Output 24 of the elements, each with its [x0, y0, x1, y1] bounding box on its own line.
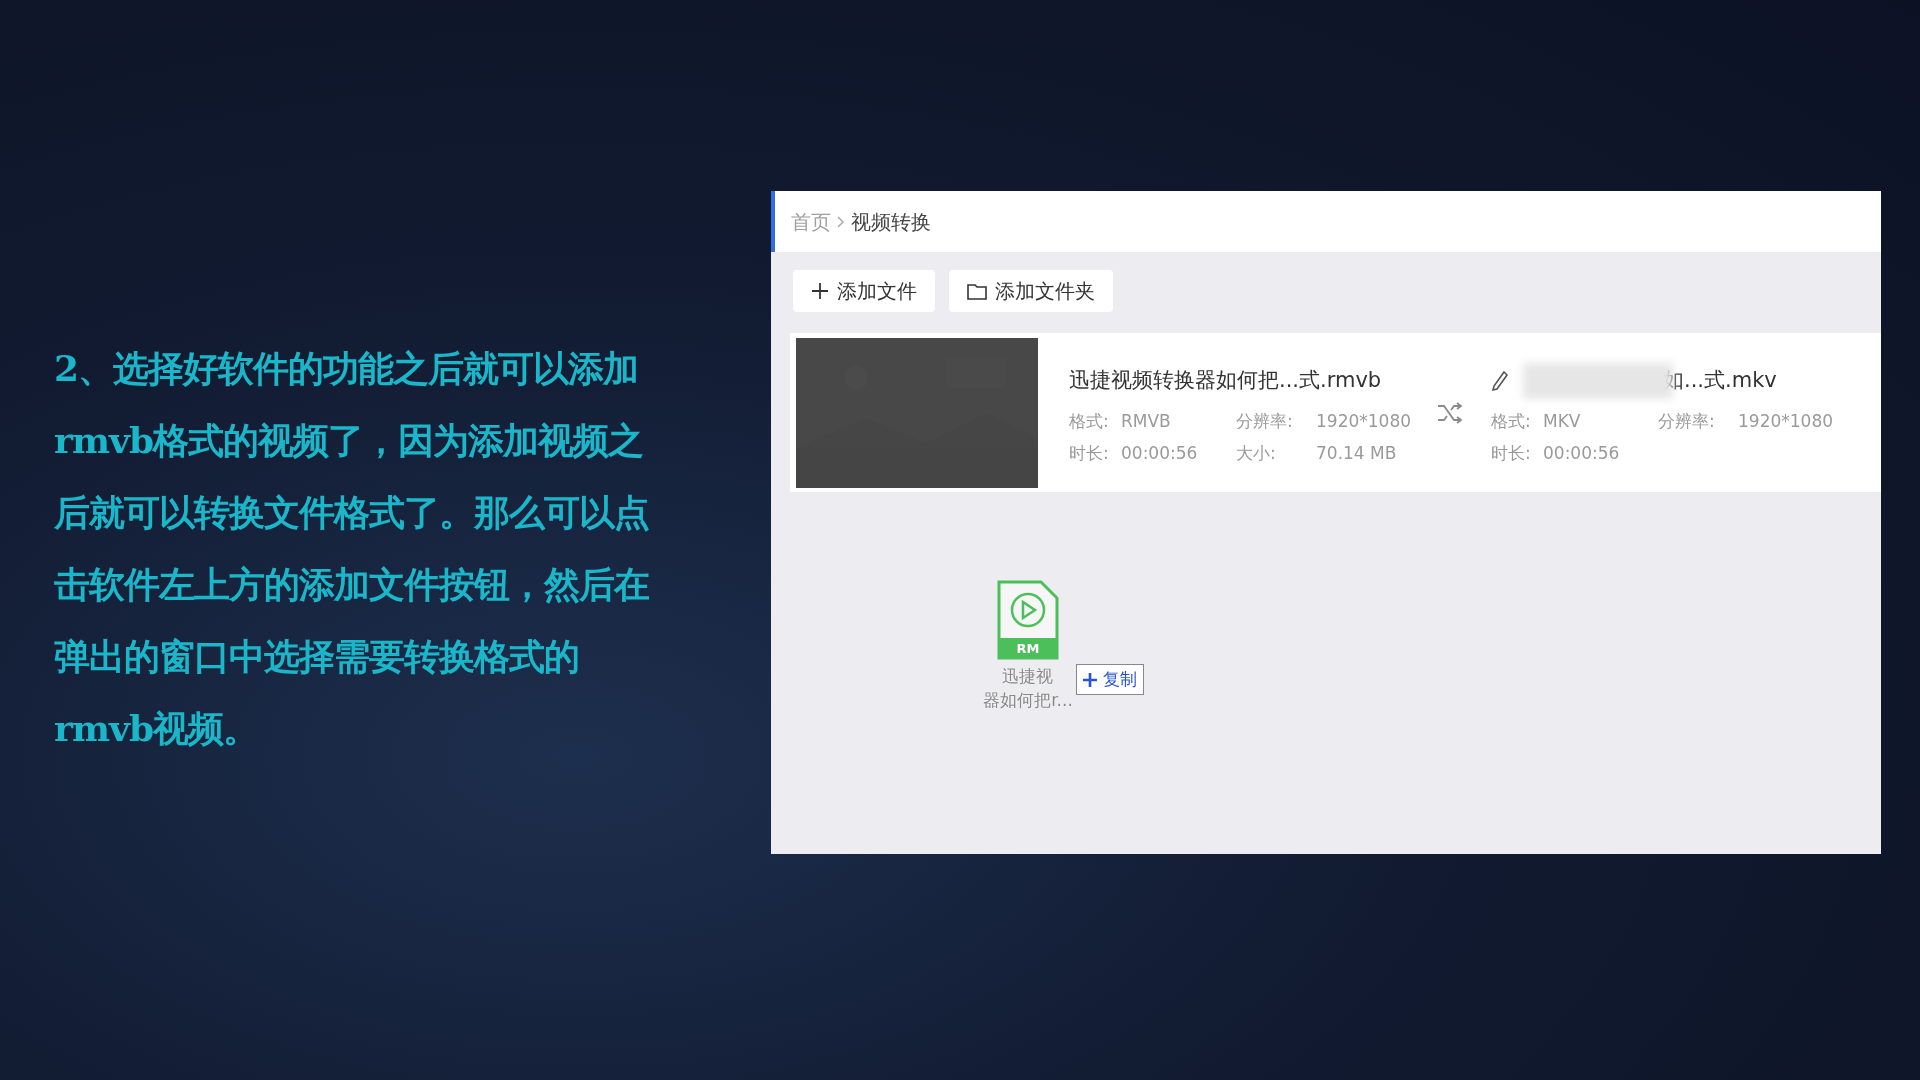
tooltip-label: 复制	[1103, 667, 1137, 691]
meta-value: 1920*1080	[1316, 409, 1412, 433]
meta-label: 格式:	[1069, 409, 1110, 433]
meta-label: 格式:	[1491, 409, 1532, 433]
meta-value: MKV	[1543, 409, 1582, 433]
meta-label: 大小:	[1236, 441, 1277, 465]
meta-value: 00:00:56	[1121, 441, 1199, 465]
output-file-name: 如...式.mkv	[1663, 366, 1777, 394]
meta-label: 分辨率:	[1236, 409, 1294, 433]
meta-value: 00:00:56	[1543, 441, 1621, 465]
slide-paragraph: 2、选择好软件的功能之后就可以添加 rmvb格式的视频了，因为添加视频之 后就可以转换文件格式了。那么可以点 击软件左上方的添加文件按钮，然后在 弹出的窗口中选择需要转换格式的 rmvb视频。	[54, 346, 650, 751]
meta-value: 1920*1080	[1738, 409, 1834, 433]
meta-value: RMVB	[1121, 409, 1172, 433]
meta-label: 时长:	[1491, 441, 1532, 465]
breadcrumb-item[interactable]: 视频转换	[851, 206, 931, 237]
add-folder-button[interactable]: 添加文件夹	[949, 270, 1113, 312]
file-label: 迅捷视 器如何把r...	[983, 665, 1073, 712]
file-name: 迅捷视频转换器如何把...式.rmvb	[1069, 366, 1383, 394]
meta-label: 分辨率:	[1658, 409, 1716, 433]
add-file-button[interactable]: 添加文件	[793, 270, 935, 312]
meta-value: 70.14 MB	[1316, 441, 1397, 465]
file-row[interactable]: 迅捷视频转换器如何把...式.rmvb 格式: RMVB 分辨率: 1920*1080 时长: 00:00:56 大小: 70.14 MB 如...式.mkv 格式: MKV 分辨率: 1920*1080 时长: 00:00:56	[790, 333, 1881, 492]
meta-label: 时长:	[1069, 441, 1110, 465]
file-type-label: RM	[1015, 640, 1041, 658]
